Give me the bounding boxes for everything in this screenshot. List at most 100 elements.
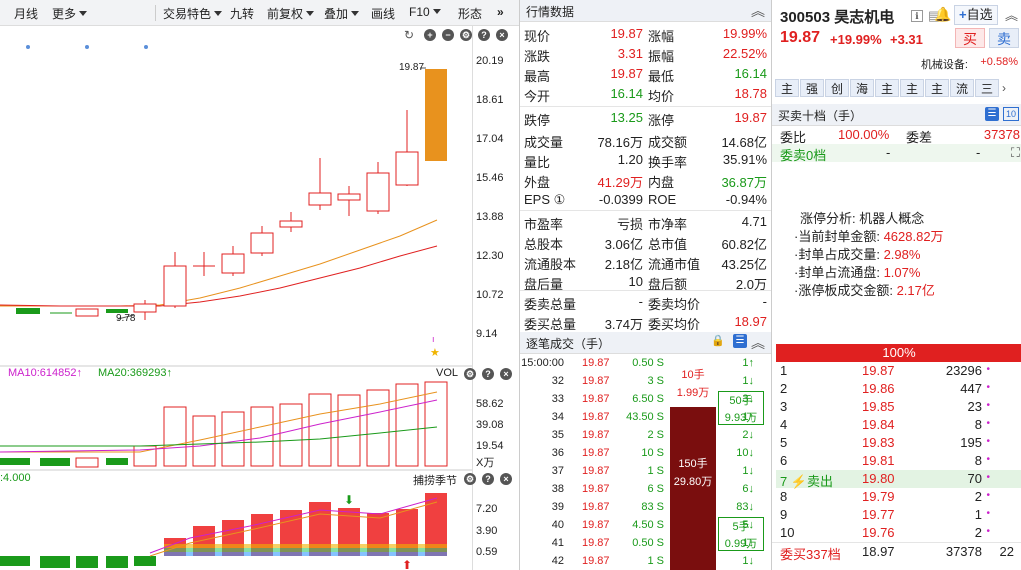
bid-level: 9 — [780, 507, 788, 522]
nine-turn-button[interactable]: 九转 — [230, 5, 254, 22]
vol-axis-label: 39.08 — [476, 419, 504, 431]
quote-label: 市盈率 — [524, 217, 564, 232]
add-watchlist-button[interactable]: +自选 — [954, 5, 998, 25]
help-icon[interactable]: ? — [482, 473, 494, 485]
close-icon[interactable]: × — [496, 29, 508, 41]
marker-dot — [26, 45, 30, 49]
info-icon[interactable]: ℹ — [911, 10, 923, 22]
candle-up — [133, 303, 157, 313]
bid-row[interactable]: 1 19.87 23296 • — [776, 362, 1021, 380]
tick-row: 33 19.87 6.50 S — [520, 390, 670, 408]
bid-row[interactable]: 5 19.83 195 • — [776, 434, 1021, 452]
buy-button[interactable]: 买 — [955, 28, 985, 48]
trade-feature-label: 交易特色 — [163, 7, 212, 21]
quote-value: - — [762, 294, 767, 309]
tag-button[interactable]: 主 — [775, 79, 799, 97]
sell-button[interactable]: 卖 — [989, 28, 1019, 48]
bid-volume: 2 — [974, 489, 982, 504]
volume-bar-up — [75, 457, 99, 468]
quote-value: 10 — [628, 274, 643, 289]
quote-value: 41.29万 — [597, 175, 643, 190]
tag-button[interactable]: 主 — [900, 79, 924, 97]
bid-volume: 1 — [974, 507, 982, 522]
overlay-menu[interactable]: 叠加 — [324, 5, 360, 22]
dot-icon: • — [986, 436, 990, 447]
quote-label: 跌停 — [524, 113, 551, 128]
indicator-axis-label: 3.90 — [476, 525, 498, 537]
f10-label: F10 — [409, 5, 430, 19]
bid-row[interactable]: 6 19.81 8 • — [776, 452, 1021, 470]
bid-row[interactable]: 3 19.85 23 • — [776, 398, 1021, 416]
settings-icon[interactable]: ⚙ — [464, 368, 476, 380]
candle-up — [221, 253, 245, 274]
bid-row[interactable]: 4 19.84 8 • — [776, 416, 1021, 434]
adjust-menu[interactable]: 前复权 — [267, 5, 315, 22]
tick-row: 38 19.87 6 S — [520, 480, 670, 498]
collapse-icon[interactable]: ︽ — [751, 333, 765, 353]
ten-levels-toggle[interactable]: 10 — [1003, 107, 1019, 121]
close-icon[interactable]: × — [500, 473, 512, 485]
tag-button[interactable]: 主 — [925, 79, 949, 97]
help-icon[interactable]: ? — [478, 29, 490, 41]
bid-row[interactable]: 2 19.86 447 • — [776, 380, 1021, 398]
quote-value: 19.87 — [610, 26, 643, 41]
bid-volume: 70 — [967, 471, 982, 486]
bid-strength-bar: 100% — [776, 344, 1021, 362]
indicator-bar-down — [0, 556, 30, 566]
lock-icon[interactable]: 🔒 — [711, 334, 725, 347]
settings-icon[interactable]: ⚙ — [464, 473, 476, 485]
bid-level: 10 — [780, 525, 795, 540]
chevron-down-icon — [214, 11, 223, 16]
bell-icon[interactable]: 🔔 — [934, 6, 951, 23]
bid-row[interactable]: 9 19.77 1 • — [776, 506, 1021, 524]
kline-chart[interactable]: ↻ + − ⚙ ? × 20.19 18.61 17.04 15.46 13.8… — [0, 26, 519, 570]
list-view-icon[interactable]: ☰ — [733, 334, 747, 348]
trade-feature-menu[interactable]: 交易特色 — [163, 5, 223, 22]
tick-volume: 6 S — [647, 483, 664, 495]
quote-label: 流通市值 — [648, 257, 701, 272]
period-monthly-tab[interactable]: 月线 — [14, 5, 38, 22]
tag-button[interactable]: 三 — [975, 79, 999, 97]
collapse-icon[interactable]: ︽ — [751, 1, 765, 21]
tick-count: 1↓ — [742, 555, 754, 567]
tag-button[interactable]: 主 — [875, 79, 899, 97]
more-menu[interactable]: 更多 — [52, 5, 88, 22]
tick-volume: 6.50 S — [632, 393, 664, 405]
tick-price: 19.87 — [582, 357, 610, 369]
tag-button[interactable]: 流 — [950, 79, 974, 97]
indicator-band-blue — [164, 552, 447, 556]
indicator-param: :4.000 — [0, 472, 31, 484]
bid-price: 19.77 — [862, 507, 895, 522]
close-icon[interactable]: × — [500, 368, 512, 380]
list-view-icon[interactable]: ☰ — [985, 107, 999, 121]
draw-line-button[interactable]: 画线 — [371, 5, 395, 22]
divider — [520, 106, 771, 107]
bid-row[interactable]: 10 19.76 2 • — [776, 524, 1021, 542]
tag-button[interactable]: 创 — [825, 79, 849, 97]
f10-menu[interactable]: F10 — [409, 5, 441, 19]
bid-volume: 23296 — [945, 363, 982, 378]
expand-icon[interactable]: ⛶ — [1011, 145, 1020, 161]
bid-row[interactable]: 8 19.79 2 • — [776, 488, 1021, 506]
quote-value: 35.91% — [722, 152, 767, 167]
double-chevron-right-icon[interactable]: » — [497, 5, 504, 19]
help-icon[interactable]: ? — [482, 368, 494, 380]
indicator-bars: ⬇ ⬆ — [0, 493, 447, 570]
quote-label: 涨幅 — [648, 29, 675, 44]
price-axis-label: 20.19 — [476, 55, 504, 67]
tag-button[interactable]: 强 — [800, 79, 824, 97]
indicator-title[interactable]: 捕捞季节 — [413, 472, 457, 488]
vol-title[interactable]: VOL — [436, 367, 458, 379]
collapse-icon[interactable]: ︽ — [1005, 5, 1018, 24]
bid-row[interactable]: 7 ⚡卖出 19.80 70 • — [776, 470, 1021, 489]
pattern-button[interactable]: 形态 — [458, 5, 482, 22]
dot-icon: • — [986, 454, 990, 465]
chevron-right-icon[interactable]: › — [1002, 81, 1006, 95]
tag-button[interactable]: 海 — [850, 79, 874, 97]
quote-value: 13.25 — [610, 110, 643, 125]
tick-time: 39 — [551, 501, 564, 513]
candle-up — [366, 172, 390, 212]
book-title: 买卖十档（手） — [778, 109, 863, 123]
sector-name[interactable]: 机械设备: — [921, 56, 968, 72]
tick-row: 32 19.87 3 S — [520, 372, 670, 390]
